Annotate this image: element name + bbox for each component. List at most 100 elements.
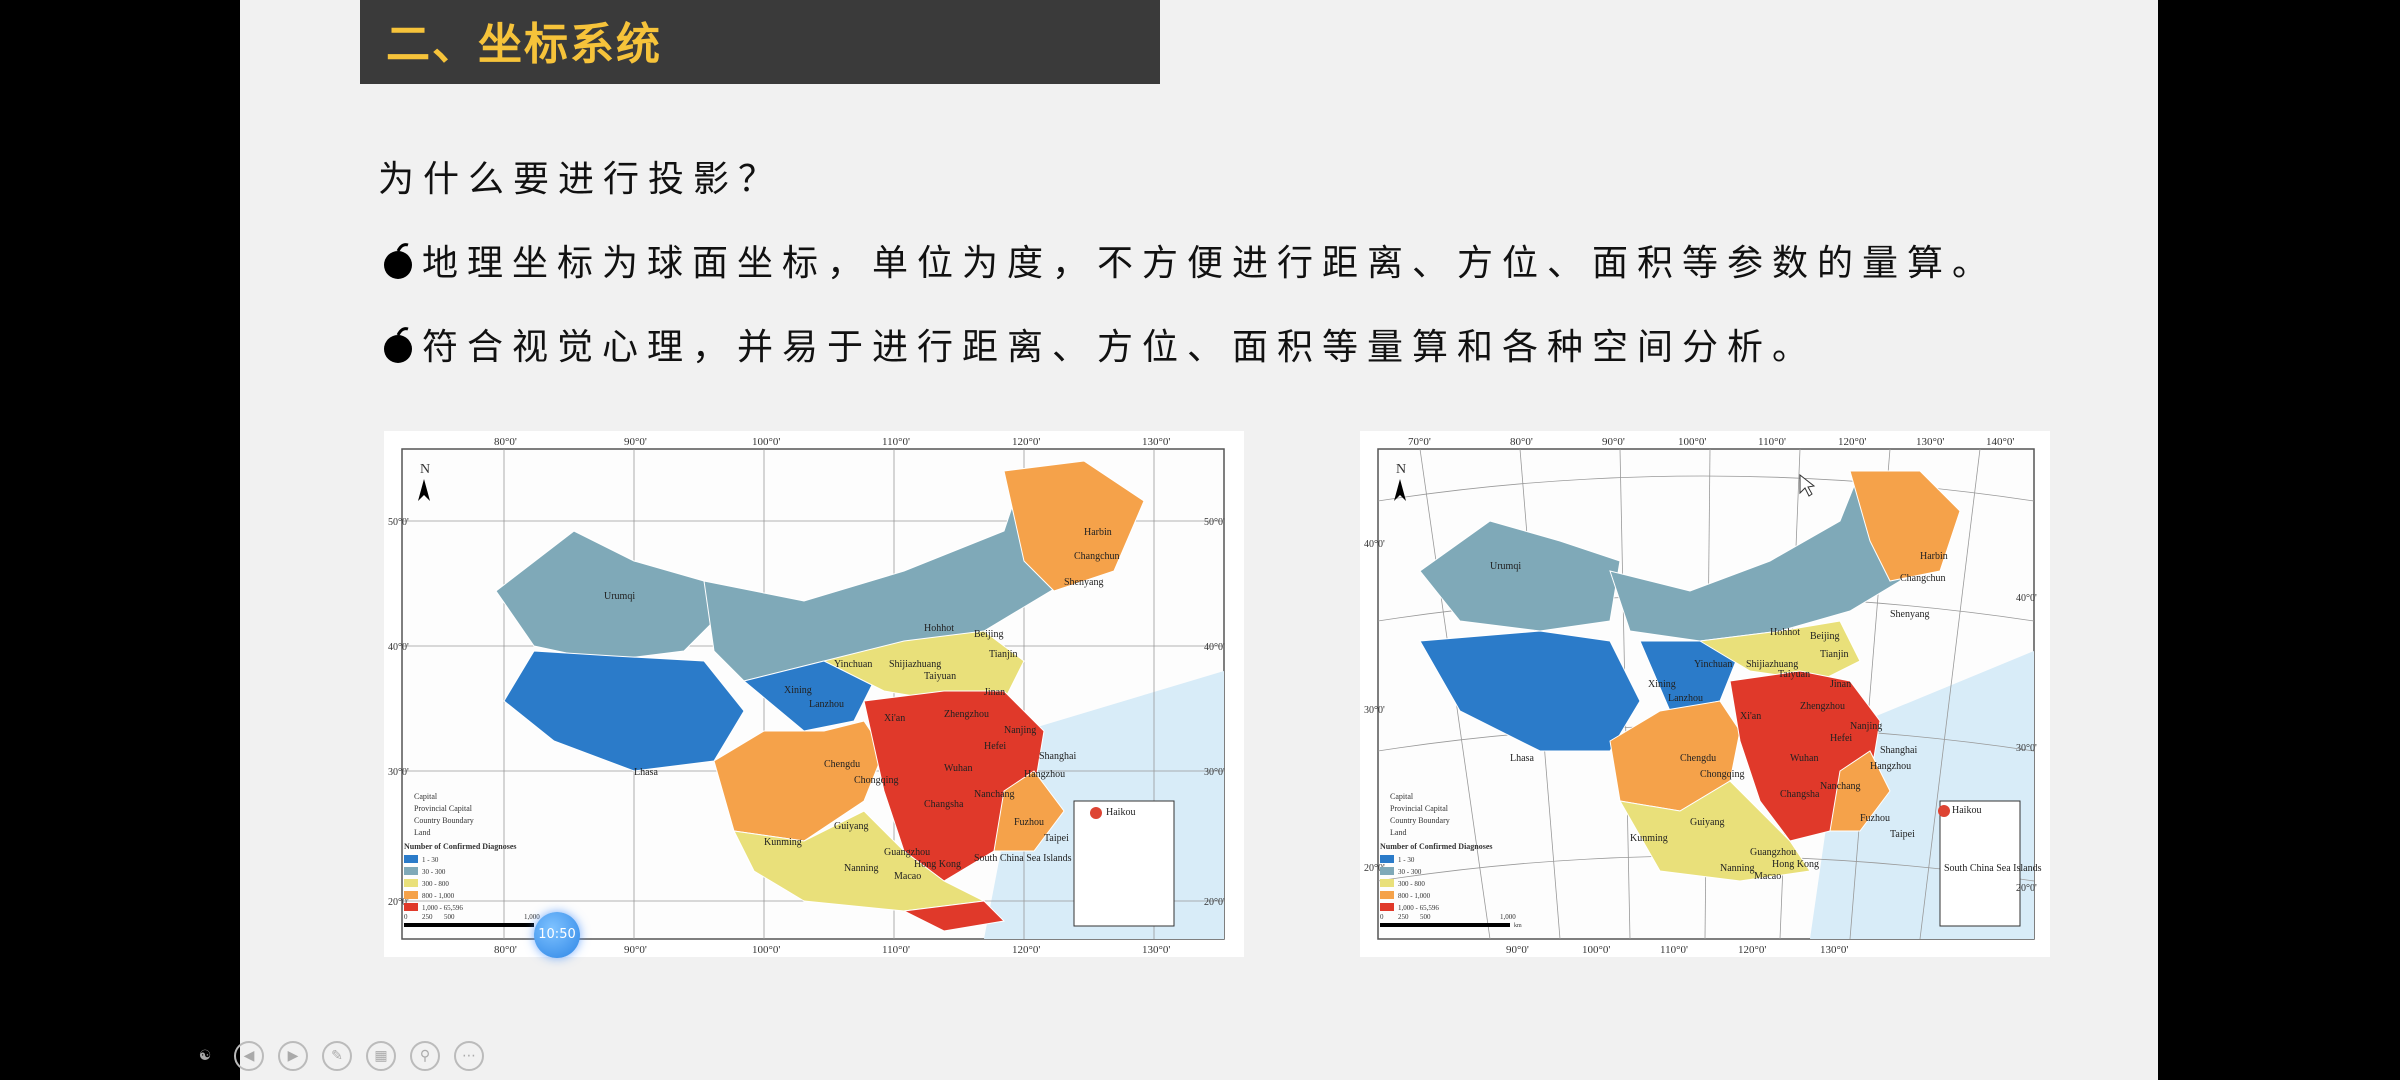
tick: 40°0' [388,642,409,653]
city-label: South China Sea Islands [974,853,1072,864]
legend-item: Country Boundary [414,816,474,825]
city-label: Hong Kong [914,859,961,870]
scale-label: 1,000 [1500,913,1516,921]
map-right-svg: N 70°0' 80°0' 90°0' 100°0' 110°0' 120°0'… [1364,436,2042,956]
legend-class: 800 - 1,000 [1398,892,1431,900]
tick: 30°0' [388,767,409,778]
legend-item: Land [1390,828,1406,837]
city-label: Guiyang [834,821,868,832]
city-label: Urumqi [1490,561,1521,572]
city-label: Haikou [1952,805,1981,816]
city-label: Fuzhou [1014,817,1044,828]
slide: 二、坐标系统 为什么要进行投影？ 地理坐标为球面坐标，单位为度，不方便进行距离、… [240,0,2158,1080]
legend-title: Number of Confirmed Diagnoses [404,842,517,851]
pen-icon[interactable]: ✎ [322,1041,352,1071]
city-label: Kunming [1630,833,1668,844]
city-label: Macao [1754,871,1781,882]
city-label: Chengdu [824,759,860,770]
apple-bullet-icon [384,327,412,363]
city-label: Guangzhou [884,847,930,858]
legend-item: Land [414,828,430,837]
tick: 130°0' [1820,944,1848,956]
legend-class: 1,000 - 65,596 [1398,904,1439,912]
city-label: Hohhot [924,623,954,634]
city-label: Haikou [1106,807,1135,818]
tick: 130°0' [1916,436,1944,448]
tick: 30°0' [2016,743,2037,754]
city-label: Shanghai [1880,745,1917,756]
city-label: Lanzhou [809,699,844,710]
city-label: Wuhan [944,763,972,774]
city-label: Xi'an [884,713,905,724]
scale-label: 0 [404,913,408,921]
city-label: Changchun [1074,551,1120,562]
tick: 110°0' [882,944,910,956]
people-icon[interactable]: ☯ [190,1041,220,1071]
tick: 100°0' [1582,944,1610,956]
city-label: Xi'an [1740,711,1761,722]
next-icon[interactable]: ▶ [278,1041,308,1071]
legend-title: Number of Confirmed Diagnoses [1380,842,1493,851]
city-label: Lanzhou [1668,693,1703,704]
city-label: Guangzhou [1750,847,1796,858]
city-label: Hong Kong [1772,859,1819,870]
legend-item: Provincial Capital [414,804,473,813]
city-label: Changsha [1780,789,1820,800]
prev-icon[interactable]: ◀ [234,1041,264,1071]
zoom-icon[interactable]: ⚲ [410,1041,440,1071]
city-label: Taiyuan [924,671,956,682]
tick: 40°0' [2016,593,2037,604]
north-label: N [1396,462,1406,477]
legend-class: 800 - 1,000 [422,892,455,900]
tick: 120°0' [1838,436,1866,448]
question-text: 为什么要进行投影？ [378,159,784,200]
scale-label: 500 [444,913,455,921]
tick: 50°0' [388,517,409,528]
city-label: Macao [894,871,921,882]
scale-unit: km [1514,923,1522,929]
city-label: Tianjin [1820,649,1849,660]
tick: 110°0' [1758,436,1786,448]
city-label: Hangzhou [1024,769,1065,780]
city-label: Hangzhou [1870,761,1911,772]
tick: 70°0' [1408,436,1431,448]
more-icon[interactable]: ⋯ [454,1041,484,1071]
bullet-1-text: 地理坐标为球面坐标，单位为度，不方便进行距离、方位、面积等参数的量算。 [422,243,1998,284]
bullet-1: 地理坐标为球面坐标，单位为度，不方便进行距离、方位、面积等参数的量算。 [378,234,1997,286]
bullet-2-text: 符合视觉心理，并易于进行距离、方位、面积等量算和各种空间分析。 [422,327,1818,368]
tick: 90°0' [624,944,647,956]
tick: 80°0' [494,436,517,448]
tick: 130°0' [1142,436,1170,448]
legend-class: 300 - 800 [422,880,449,888]
city-label: Hefei [984,741,1006,752]
city-label: Nanjing [1004,725,1036,736]
legend-class: 30 - 300 [1398,868,1422,876]
city-label: Urumqi [604,591,635,602]
legend-item: Capital [414,792,438,801]
city-label: Nanchang [974,789,1015,800]
city-label: Zhengzhou [1800,701,1845,712]
city-label: Taipei [1044,833,1069,844]
city-label: Shenyang [1064,577,1103,588]
city-label: Xining [784,685,812,696]
title-bar: 二、坐标系统 [360,0,1160,84]
city-label: Nanjing [1850,721,1882,732]
slides-icon[interactable]: ▦ [366,1041,396,1071]
tick: 110°0' [882,436,910,448]
tick: 30°0' [1364,705,1385,716]
city-label: Lhasa [1510,753,1534,764]
clock-badge[interactable]: 10:50 [534,912,580,958]
city-label: Changchun [1900,573,1946,584]
city-label: Shenyang [1890,609,1929,620]
legend-class: 1 - 30 [422,856,439,864]
city-label: Nanchang [1820,781,1861,792]
tick: 120°0' [1738,944,1766,956]
city-label: Harbin [1084,527,1112,538]
tick: 130°0' [1142,944,1170,956]
tick: 40°0' [1204,642,1225,653]
tick: 20°0' [2016,883,2037,894]
tick: 80°0' [1510,436,1533,448]
city-label: Fuzhou [1860,813,1890,824]
city-label: Xining [1648,679,1676,690]
city-label: Shanghai [1039,751,1076,762]
